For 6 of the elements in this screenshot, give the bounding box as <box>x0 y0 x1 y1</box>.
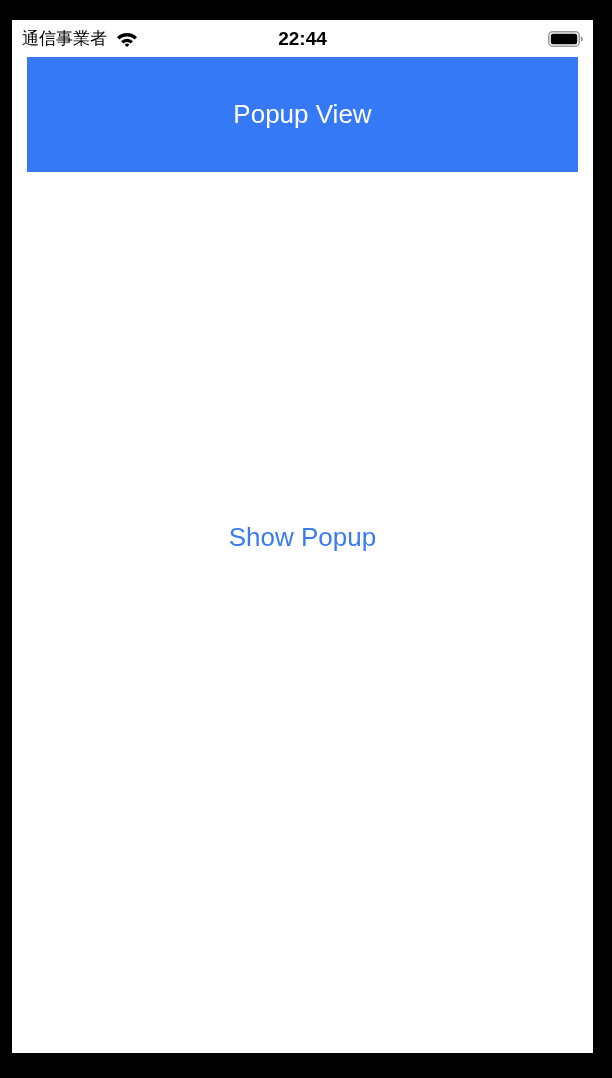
carrier-name: 通信事業者 <box>22 28 107 49</box>
show-popup-button[interactable]: Show Popup <box>222 517 383 557</box>
clock-time: 22:44 <box>278 27 327 50</box>
wifi-icon <box>116 30 138 47</box>
battery-icon <box>548 30 583 47</box>
banner-title: Popup View <box>233 99 372 130</box>
